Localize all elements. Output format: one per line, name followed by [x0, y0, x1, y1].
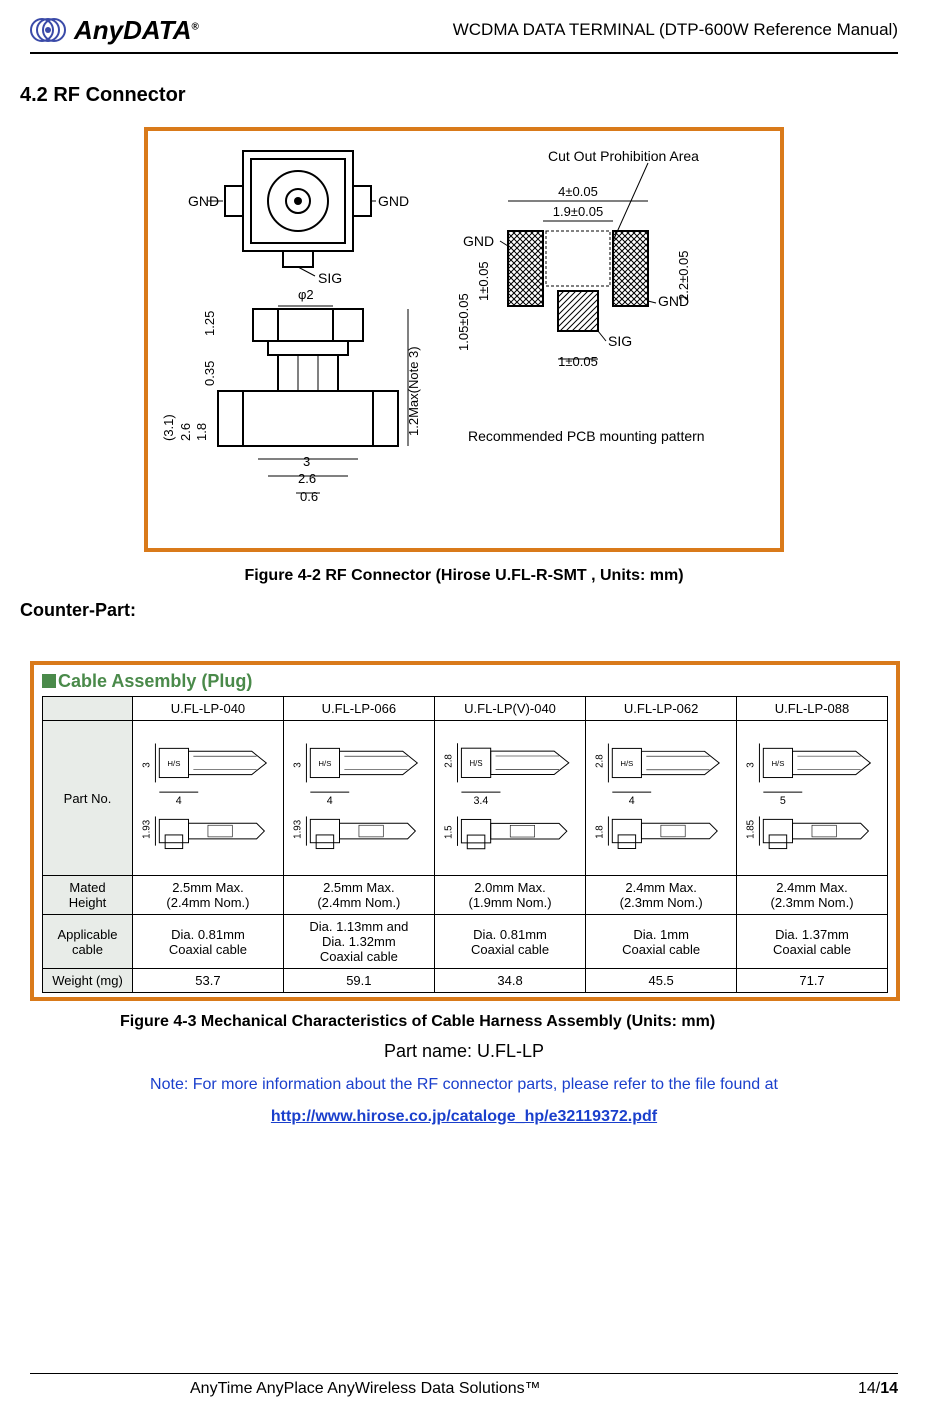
- table-cell: 59.1: [283, 969, 434, 993]
- figure-4-2-diagram: GND GND SIG φ2 1.25 0.35 3: [144, 127, 784, 552]
- page-number: 14/14: [858, 1380, 898, 1398]
- svg-text:2.2±0.05: 2.2±0.05: [676, 250, 691, 301]
- logo: AnyDATA®: [30, 10, 199, 50]
- corner-cell: [43, 697, 133, 721]
- table-cell: 34.8: [434, 969, 585, 993]
- svg-text:0.6: 0.6: [300, 489, 318, 504]
- logo-icon: [30, 10, 70, 50]
- logo-text: AnyDATA®: [74, 15, 199, 46]
- svg-text:0.35: 0.35: [202, 361, 217, 386]
- row-header: Applicable cable: [43, 915, 133, 969]
- table-cell: Dia. 1.13mm andDia. 1.32mmCoaxial cable: [283, 915, 434, 969]
- svg-text:3: 3: [292, 762, 303, 767]
- svg-text:1.5: 1.5: [443, 824, 454, 838]
- row-header: Part No.: [43, 721, 133, 876]
- plug-drawing-cell: 3 H/S 4 1.93: [133, 721, 284, 876]
- table-row-partno: Part No. 3 H/S 4 1.93 3: [43, 721, 888, 876]
- table-cell: 2.4mm Max.(2.3mm Nom.): [737, 876, 888, 915]
- table-cell: 2.5mm Max.(2.4mm Nom.): [133, 876, 284, 915]
- table-cell: 45.5: [586, 969, 737, 993]
- svg-text:3: 3: [303, 454, 310, 469]
- note-line: Note: For more information about the RF …: [30, 1076, 898, 1094]
- svg-text:H/S: H/S: [771, 758, 784, 767]
- col-name: U.FL-LP-062: [586, 697, 737, 721]
- table-cell: Dia. 0.81mmCoaxial cable: [434, 915, 585, 969]
- svg-text:3.4: 3.4: [473, 794, 488, 806]
- svg-text:1.9±0.05: 1.9±0.05: [553, 204, 604, 219]
- page-header: AnyDATA® WCDMA DATA TERMINAL (DTP-600W R…: [30, 10, 898, 54]
- row-header: Weight (mg): [43, 969, 133, 993]
- cable-assembly-title: Cable Assembly (Plug): [42, 671, 888, 692]
- svg-text:H/S: H/S: [167, 758, 180, 767]
- table-row-weight: Weight (mg) 53.7 59.1 34.8 45.5 71.7: [43, 969, 888, 993]
- svg-text:1±0.05: 1±0.05: [476, 261, 491, 301]
- table-cell: Dia. 0.81mmCoaxial cable: [133, 915, 284, 969]
- table-cell: 53.7: [133, 969, 284, 993]
- square-bullet-icon: [42, 674, 56, 688]
- svg-text:2.6: 2.6: [298, 471, 316, 486]
- svg-text:φ2: φ2: [298, 287, 314, 302]
- col-name: U.FL-LP-066: [283, 697, 434, 721]
- col-name: U.FL-LP-040: [133, 697, 284, 721]
- figure-4-2-caption: Figure 4-2 RF Connector (Hirose U.FL-R-S…: [30, 567, 898, 585]
- svg-text:SIG: SIG: [318, 270, 342, 286]
- svg-text:1.25: 1.25: [202, 311, 217, 336]
- plug-drawing-cell: 2.8 H/S 4 1.8: [586, 721, 737, 876]
- svg-text:3: 3: [746, 762, 757, 767]
- svg-text:1.05±0.05: 1.05±0.05: [456, 293, 471, 351]
- svg-text:GND: GND: [463, 233, 494, 249]
- svg-text:5: 5: [780, 794, 786, 806]
- table-row-mated: Mated Height 2.5mm Max.(2.4mm Nom.) 2.5m…: [43, 876, 888, 915]
- svg-text:2.8: 2.8: [443, 754, 454, 768]
- cable-assembly-table: U.FL-LP-040 U.FL-LP-066 U.FL-LP(V)-040 U…: [42, 696, 888, 993]
- svg-text:4: 4: [176, 794, 182, 806]
- col-name: U.FL-LP(V)-040: [434, 697, 585, 721]
- reference-link[interactable]: http://www.hirose.co.jp/cataloge_hp/e321…: [30, 1108, 898, 1126]
- plug-drawing-cell: 2.8 H/S 3.4 1.5: [434, 721, 585, 876]
- svg-text:H/S: H/S: [469, 758, 482, 767]
- plug-drawing-cell: 3 H/S 4 1.93: [283, 721, 434, 876]
- svg-text:H/S: H/S: [621, 758, 634, 767]
- table-cell: Dia. 1mmCoaxial cable: [586, 915, 737, 969]
- col-name: U.FL-LP-088: [737, 697, 888, 721]
- rf-connector-svg: GND GND SIG φ2 1.25 0.35 3: [148, 131, 780, 548]
- svg-text:1.93: 1.93: [292, 819, 303, 838]
- table-cell: 2.5mm Max.(2.4mm Nom.): [283, 876, 434, 915]
- table-row-header: U.FL-LP-040 U.FL-LP-066 U.FL-LP(V)-040 U…: [43, 697, 888, 721]
- svg-text:1.93: 1.93: [142, 819, 153, 838]
- document-title: WCDMA DATA TERMINAL (DTP-600W Reference …: [453, 20, 898, 40]
- svg-text:Cut Out Prohibition Area: Cut Out Prohibition Area: [548, 148, 699, 164]
- section-heading: 4.2 RF Connector: [20, 84, 898, 107]
- counter-part-label: Counter-Part:: [20, 600, 898, 621]
- figure-4-3-diagram: Cable Assembly (Plug) U.FL-LP-040 U.FL-L…: [30, 661, 900, 1001]
- svg-text:1.85: 1.85: [746, 819, 757, 838]
- svg-text:H/S: H/S: [318, 758, 331, 767]
- svg-text:1.8: 1.8: [595, 825, 606, 839]
- svg-text:2.8: 2.8: [595, 754, 606, 768]
- table-cell: Dia. 1.37mmCoaxial cable: [737, 915, 888, 969]
- svg-text:SIG: SIG: [608, 333, 632, 349]
- part-name-line: Part name: U.FL-LP: [30, 1041, 898, 1062]
- svg-text:3: 3: [142, 762, 153, 767]
- table-cell: 2.0mm Max.(1.9mm Nom.): [434, 876, 585, 915]
- page-footer: AnyTime AnyPlace AnyWireless Data Soluti…: [30, 1373, 898, 1398]
- svg-text:Recommended PCB mounting patte: Recommended PCB mounting pattern: [468, 428, 705, 444]
- svg-text:4±0.05: 4±0.05: [558, 184, 598, 199]
- svg-text:1.8: 1.8: [194, 423, 209, 441]
- svg-text:1±0.05: 1±0.05: [558, 354, 598, 369]
- plug-drawing-cell: 3 H/S 5 1.85: [737, 721, 888, 876]
- row-header: Mated Height: [43, 876, 133, 915]
- table-row-cable: Applicable cable Dia. 0.81mmCoaxial cabl…: [43, 915, 888, 969]
- figure-4-3-caption: Figure 4-3 Mechanical Characteristics of…: [120, 1013, 898, 1031]
- svg-text:4: 4: [629, 794, 635, 806]
- svg-text:GND: GND: [378, 193, 409, 209]
- footer-tagline: AnyTime AnyPlace AnyWireless Data Soluti…: [190, 1380, 541, 1398]
- svg-text:2.6: 2.6: [178, 423, 193, 441]
- table-cell: 2.4mm Max.(2.3mm Nom.): [586, 876, 737, 915]
- svg-text:4: 4: [327, 794, 333, 806]
- table-cell: 71.7: [737, 969, 888, 993]
- svg-text:(3.1): (3.1): [161, 414, 176, 441]
